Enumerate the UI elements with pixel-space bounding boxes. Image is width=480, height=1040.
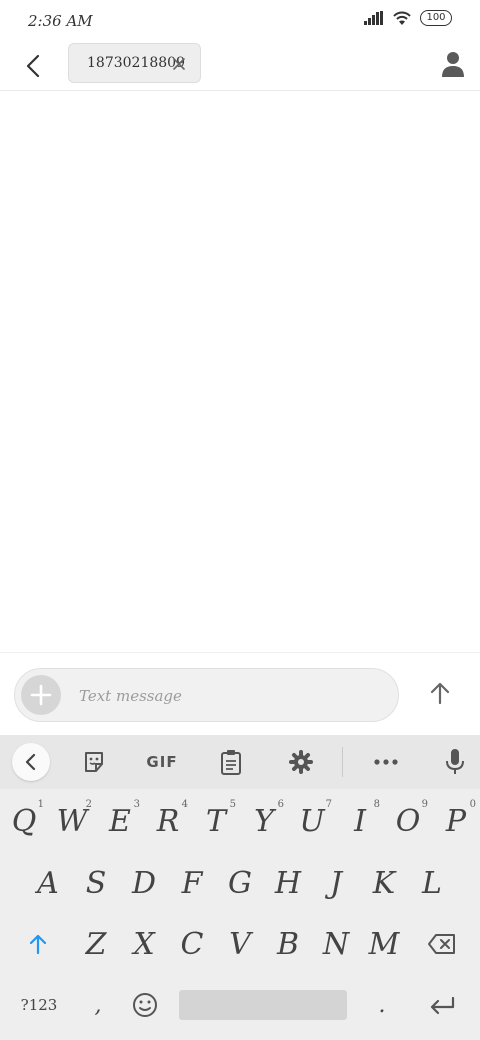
voice-input-button[interactable] (439, 746, 471, 778)
gif-button[interactable]: GIF (146, 746, 178, 778)
key-hint: 4 (181, 799, 188, 810)
backspace-key[interactable] (416, 920, 468, 968)
attach-button[interactable] (21, 675, 61, 715)
plus-icon (30, 684, 52, 706)
status-bar: 2:36 AM 100 (0, 0, 480, 42)
enter-key[interactable] (416, 981, 468, 1029)
key-j[interactable]: J (312, 859, 360, 907)
keyboard: G I F Q 1 W 2 E 3 R 4 T 5 Y 6 U 7 I 8 O 9 … (0, 735, 480, 1040)
period-key[interactable]: . (362, 981, 402, 1029)
key-b[interactable]: B (264, 920, 312, 968)
more-button[interactable] (370, 746, 402, 778)
enter-icon (430, 996, 455, 1015)
sticker-icon (85, 752, 103, 772)
key-label: I (354, 803, 366, 839)
contact-button[interactable] (440, 50, 466, 78)
clipboard-icon (221, 750, 241, 775)
back-button[interactable] (18, 50, 50, 82)
key-m[interactable]: M (360, 920, 408, 968)
symbols-key[interactable]: ?123 (14, 981, 64, 1029)
key-l[interactable]: L (408, 859, 456, 907)
key-hint: 3 (133, 799, 140, 810)
message-input[interactable]: Text message (14, 668, 399, 722)
gear-icon (289, 750, 313, 774)
settings-button[interactable] (285, 746, 317, 778)
send-button[interactable] (424, 677, 456, 709)
key-c[interactable]: C (168, 920, 216, 968)
signal-icon (364, 11, 383, 25)
key-label: T (205, 803, 226, 839)
shift-arrow-icon (29, 934, 47, 955)
comma-key[interactable]: , (78, 981, 118, 1029)
key-z[interactable]: Z (72, 920, 120, 968)
key-q[interactable]: Q1 (0, 797, 48, 845)
key-hint: 0 (469, 799, 476, 810)
key-label: O (395, 803, 421, 839)
key-p[interactable]: P0 (432, 797, 480, 845)
key-label: U (299, 803, 325, 839)
key-w[interactable]: W2 (48, 797, 96, 845)
close-icon[interactable] (171, 56, 187, 72)
key-e[interactable]: E3 (96, 797, 144, 845)
recipient-chip[interactable]: 18730218809 (68, 43, 201, 83)
toolbar-divider (342, 747, 343, 777)
key-s[interactable]: S (72, 859, 120, 907)
key-hint: 7 (325, 799, 332, 810)
status-time: 2:36 AM (28, 12, 93, 30)
wifi-icon (393, 11, 411, 25)
key-label: W (56, 803, 88, 839)
key-k[interactable]: K (360, 859, 408, 907)
backspace-icon (428, 934, 455, 954)
chevron-left-icon (25, 753, 36, 771)
key-i[interactable]: I8 (336, 797, 384, 845)
key-x[interactable]: X (120, 920, 168, 968)
conversation-header: 18730218809 (0, 42, 480, 91)
key-v[interactable]: V (216, 920, 264, 968)
key-y[interactable]: Y6 (240, 797, 288, 845)
emoji-key[interactable] (122, 981, 168, 1029)
key-o[interactable]: O9 (384, 797, 432, 845)
more-horizontal-icon (374, 759, 398, 765)
status-icons: 100 (364, 10, 452, 26)
key-r[interactable]: R4 (144, 797, 192, 845)
arrow-up-icon (430, 682, 450, 705)
key-n[interactable]: N (312, 920, 360, 968)
key-label: Q (11, 803, 37, 839)
key-f[interactable]: F (168, 859, 216, 907)
collapse-toolbar-button[interactable] (12, 743, 50, 781)
key-hint: 9 (421, 799, 428, 810)
message-list (0, 91, 480, 651)
battery-indicator: 100 (420, 10, 452, 26)
key-hint: 5 (229, 799, 236, 810)
key-t[interactable]: T5 (192, 797, 240, 845)
space-key[interactable] (179, 990, 347, 1020)
key-g[interactable]: G (216, 859, 264, 907)
key-hint: 8 (373, 799, 380, 810)
key-label: R (156, 803, 180, 839)
sticker-button[interactable] (78, 746, 110, 778)
key-label: E (109, 803, 131, 839)
key-a[interactable]: A (24, 859, 72, 907)
keyboard-toolbar: GIF (0, 735, 480, 789)
key-u[interactable]: U7 (288, 797, 336, 845)
microphone-icon (446, 749, 464, 774)
compose-bar: Text message (0, 652, 480, 735)
key-label: Y (254, 803, 274, 839)
key-label: P (445, 803, 467, 839)
shift-key[interactable] (12, 920, 64, 968)
key-hint: 1 (37, 799, 44, 810)
key-h[interactable]: H (264, 859, 312, 907)
smiley-icon (133, 993, 157, 1017)
message-placeholder: Text message (79, 687, 182, 705)
arrow-left-icon (26, 54, 40, 78)
clipboard-button[interactable] (215, 746, 247, 778)
key-d[interactable]: D (120, 859, 168, 907)
key-hint: 2 (85, 799, 92, 810)
person-icon (442, 52, 464, 77)
key-hint: 6 (277, 799, 284, 810)
